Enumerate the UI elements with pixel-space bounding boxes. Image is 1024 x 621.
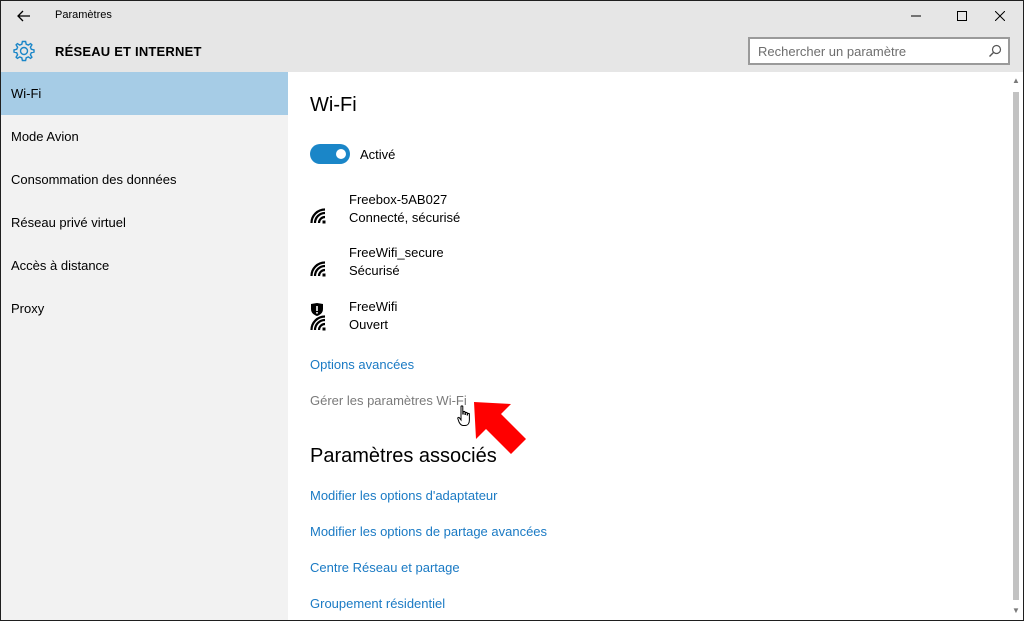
maximize-icon (957, 11, 967, 21)
red-arrow-icon (474, 402, 526, 454)
scroll-down-icon[interactable]: ▼ (1011, 606, 1021, 616)
back-button[interactable] (7, 3, 41, 29)
back-arrow-icon (17, 10, 30, 22)
minimize-icon (911, 15, 921, 17)
close-icon (995, 11, 1005, 21)
wifi-icon (310, 208, 326, 224)
gear-icon (13, 40, 35, 62)
scrollbar-thumb[interactable] (1013, 92, 1019, 600)
wifi-toggle-label: Activé (360, 147, 396, 162)
scrollbar[interactable]: ▲ ▼ (1009, 72, 1023, 620)
related-link-sharing-options[interactable]: Modifier les options de partage avancées (310, 524, 547, 539)
sidebar-item-wifi[interactable]: Wi-Fi (1, 72, 288, 115)
related-link-homegroup[interactable]: Groupement résidentiel (310, 596, 445, 611)
scroll-up-icon[interactable]: ▲ (1011, 76, 1021, 86)
page-title: Wi-Fi (310, 94, 357, 116)
sidebar-item-label: Réseau privé virtuel (11, 215, 126, 230)
sidebar-item-label: Proxy (11, 301, 45, 316)
wifi-toggle[interactable] (310, 144, 350, 164)
network-status: Ouvert (349, 317, 389, 332)
toggle-knob (336, 149, 346, 159)
sidebar-item-vpn[interactable]: Réseau privé virtuel (1, 201, 288, 244)
sidebar-item-data-usage[interactable]: Consommation des données (1, 158, 288, 201)
advanced-options-link[interactable]: Options avancées (310, 357, 414, 372)
sidebar-item-airplane-mode[interactable]: Mode Avion (1, 115, 288, 158)
related-settings-title: Paramètres associés (310, 445, 497, 467)
network-item[interactable]: Freebox-5AB027 Connecté, sécurisé (310, 192, 610, 230)
settings-window: Paramètres RÉSEAU ET INTERNET Rechercher… (0, 0, 1024, 621)
network-name: FreeWifi (349, 299, 398, 314)
related-link-adapter-options[interactable]: Modifier les options d'adaptateur (310, 488, 497, 503)
network-item[interactable]: FreeWifi_secure Sécurisé (310, 245, 610, 283)
section-title: RÉSEAU ET INTERNET (55, 44, 202, 59)
manage-wifi-settings-link[interactable]: Gérer les paramètres Wi-Fi (310, 393, 467, 408)
sidebar-item-dial-up[interactable]: Accès à distance (1, 244, 288, 287)
search-box[interactable] (748, 37, 1010, 65)
network-item[interactable]: FreeWifi Ouvert (310, 299, 610, 337)
search-input[interactable] (758, 42, 978, 60)
network-status: Connecté, sécurisé (349, 210, 461, 225)
sidebar-item-label: Mode Avion (11, 129, 79, 144)
network-name: FreeWifi_secure (349, 245, 444, 260)
wifi-warning-icon (310, 303, 326, 331)
wifi-icon (310, 261, 326, 277)
related-link-network-center[interactable]: Centre Réseau et partage (310, 560, 460, 575)
window-title: Paramètres (55, 9, 112, 21)
minimize-button[interactable] (893, 1, 939, 31)
network-name: Freebox-5AB027 (349, 192, 448, 207)
main-content: Wi-Fi Activé Freebox-5AB027 Connecté, sé… (288, 72, 1009, 620)
header: Paramètres RÉSEAU ET INTERNET (1, 1, 1023, 72)
sidebar: Wi-Fi Mode Avion Consommation des donnée… (1, 72, 288, 620)
close-button[interactable] (977, 1, 1023, 31)
title-bar: Paramètres (1, 1, 1023, 31)
sidebar-item-label: Accès à distance (11, 258, 110, 273)
network-status: Sécurisé (349, 263, 400, 278)
sidebar-item-proxy[interactable]: Proxy (1, 287, 288, 330)
search-icon (989, 44, 1002, 57)
sidebar-item-label: Consommation des données (11, 172, 177, 187)
sidebar-item-label: Wi-Fi (11, 86, 42, 101)
